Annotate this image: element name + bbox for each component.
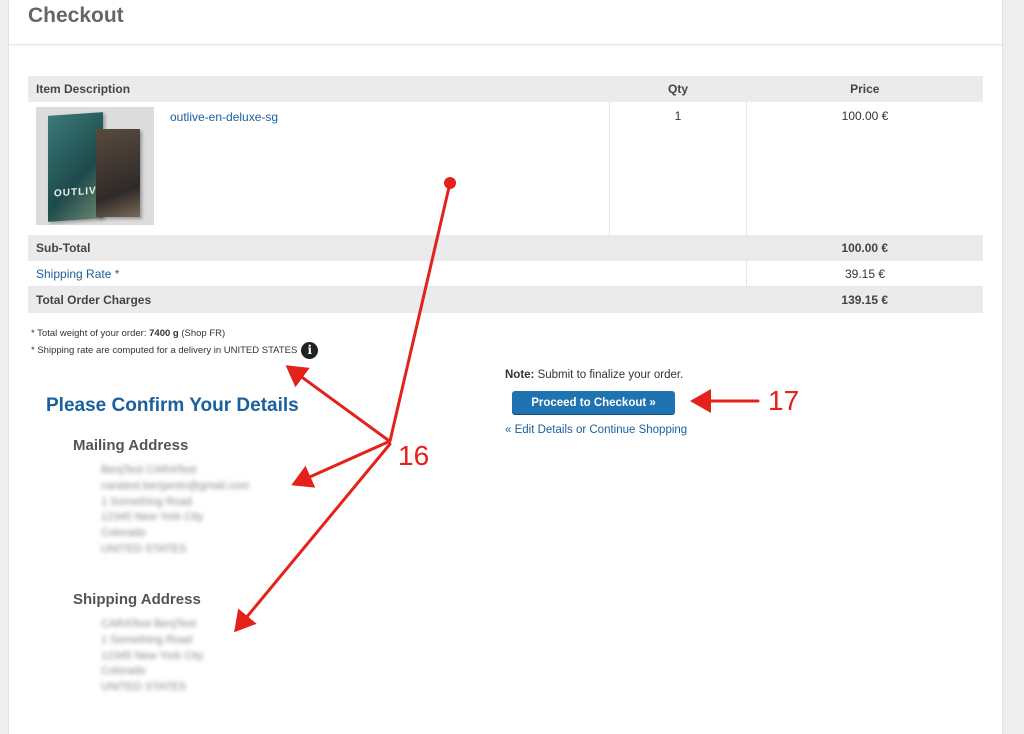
total-row: Total Order Charges 139.15 € [28, 286, 983, 313]
proceed-to-checkout-button[interactable]: Proceed to Checkout » [512, 391, 675, 414]
game-box-front: OUTLIVE [48, 112, 104, 222]
confirm-details-title: Please Confirm Your Details [46, 395, 299, 416]
order-notes: * Total weight of your order: 7400 g (Sh… [31, 325, 319, 359]
subtotal-label: Sub-Total [28, 235, 747, 261]
item-qty: 1 [609, 102, 747, 235]
info-icon[interactable]: i [301, 342, 319, 359]
shipping-row: Shipping Rate * 39.15 € [28, 261, 983, 287]
product-link[interactable]: outlive-en-deluxe-sg [170, 110, 278, 124]
header-qty: Qty [609, 76, 747, 102]
mailing-address-lines: BenjTest CARATest caratest.benjamin@gmai… [101, 463, 249, 558]
total-value: 139.15 € [746, 286, 983, 313]
total-label: Total Order Charges [28, 286, 747, 313]
mailing-line: Colorado [101, 527, 146, 540]
cart-item-row: OUTLIVE outlive-en-deluxe-sg 1 100.00 € [28, 102, 983, 235]
subtotal-row: Sub-Total 100.00 € [28, 235, 983, 261]
mailing-line: 1 Something Road [101, 495, 193, 508]
subtotal-value: 100.00 € [746, 235, 983, 261]
header-price: Price [746, 76, 983, 102]
submit-note: Note: Submit to finalize your order. [505, 369, 684, 381]
header-item-description: Item Description [28, 76, 610, 102]
cart-header-row: Item Description Qty Price [28, 76, 983, 102]
shipping-line: 1 Something Road [101, 633, 193, 646]
item-price: 100.00 € [841, 109, 889, 123]
shipping-value: 39.15 € [746, 261, 983, 287]
page-title: Checkout [28, 4, 124, 27]
edit-details-link[interactable]: « Edit Details or Continue Shopping [505, 424, 687, 436]
shipping-address-lines: CARATest BenjTest 1 Something Road 12345… [101, 617, 203, 696]
mailing-line: caratest.benjamin@gmail.com [101, 479, 250, 492]
weight-value: 7400 g [149, 328, 179, 339]
shipping-line: 12345 New York City [101, 649, 204, 662]
product-name-cell: outlive-en-deluxe-sg [162, 102, 610, 235]
shipping-line: Colorado [101, 665, 146, 678]
shipping-address-title: Shipping Address [73, 591, 201, 608]
shipping-rate-label: Shipping Rate * [36, 266, 120, 281]
page-header: Checkout [9, 0, 1002, 45]
mailing-address-title: Mailing Address [73, 437, 189, 454]
mailing-line: UNITED STATES [101, 542, 187, 555]
mailing-line: BenjTest CARATest [101, 464, 197, 476]
game-box-side [96, 129, 140, 217]
weight-note: * Total weight of your order: 7400 g (Sh… [31, 328, 226, 339]
product-thumbnail-cell: OUTLIVE [28, 102, 162, 235]
cart-table: Item Description Qty Price OUTLIVE outli… [28, 76, 983, 313]
shipping-line: CARATest BenjTest [101, 618, 197, 630]
mailing-line: 12345 New York City [101, 511, 204, 524]
shipping-line: UNITED STATES [101, 681, 187, 694]
product-image[interactable]: OUTLIVE [36, 107, 154, 225]
shipping-label-cell: Shipping Rate * [28, 261, 747, 287]
shipping-note: * Shipping rate are computed for a deliv… [31, 342, 319, 359]
